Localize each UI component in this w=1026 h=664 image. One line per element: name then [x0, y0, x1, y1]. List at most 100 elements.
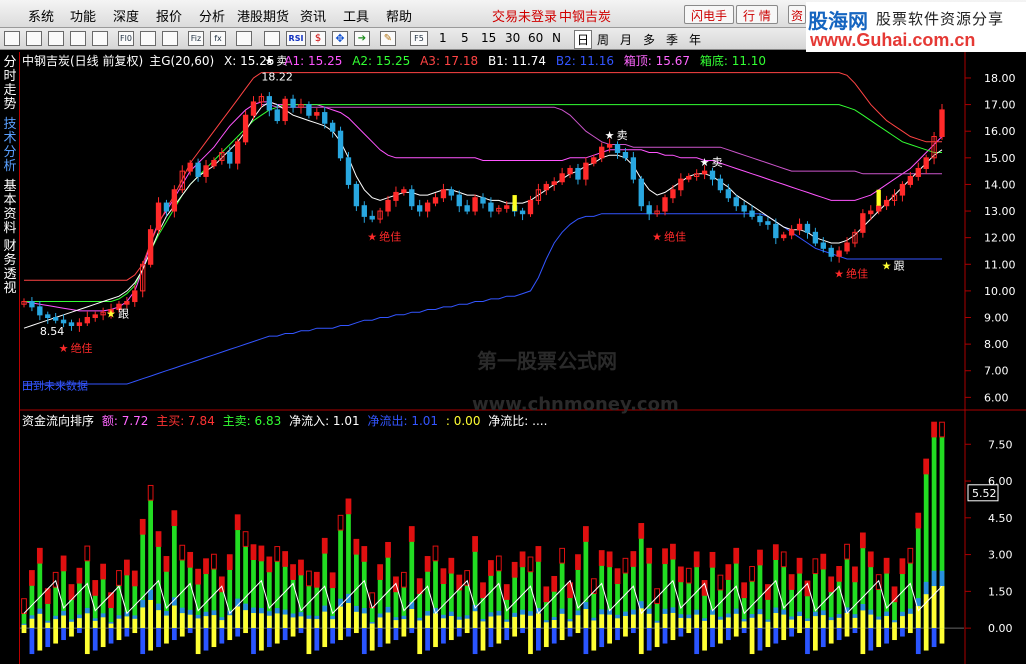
indicator-a3: A3: 17.18: [420, 54, 479, 68]
flow-bar-outflow: [314, 628, 320, 651]
flow-bar-buy: [282, 551, 289, 567]
price-tick-label: 15.00: [984, 152, 1016, 165]
flow-bar-buy: [155, 531, 162, 547]
flow-bar-buy: [345, 498, 352, 515]
flow-bar-buy: [29, 570, 35, 586]
flow-bar-outflow: [369, 628, 375, 651]
flow-bar-outflow: [528, 628, 533, 655]
flow-bar-small: [306, 618, 312, 629]
flow-bar-small: [401, 619, 407, 629]
candle-body: [456, 194, 462, 207]
flow-bar-outflow: [266, 628, 272, 648]
flow-bar-outflow: [393, 628, 399, 641]
flow-bar-buy: [583, 526, 589, 542]
low-price-label: 8.54: [40, 325, 65, 338]
flow-bar-buy: [416, 578, 423, 594]
flow-bar-buy: [939, 421, 945, 438]
candle-body: [409, 189, 415, 207]
candle-body: [480, 197, 486, 204]
flow-bar-small: [583, 609, 589, 629]
flow-bar-buy: [670, 543, 676, 560]
indicator-a1: A1: 15.25: [284, 54, 343, 68]
flow-bar-small: [164, 615, 169, 629]
flow-bar-small: [100, 617, 106, 629]
flow-bar-small: [718, 619, 723, 629]
flow-bar-buy: [844, 543, 850, 560]
flow-bar-small: [92, 620, 98, 629]
flow-bar-small: [559, 613, 565, 629]
flow-bar-outflow: [670, 628, 676, 641]
signal-label: 跟: [894, 260, 905, 273]
candle-body: [29, 301, 35, 308]
flow-bar-buy: [171, 510, 178, 526]
signal-star-icon: ★: [367, 230, 377, 243]
candle-body: [788, 229, 795, 236]
flow-bar-outflow: [662, 628, 668, 644]
flow-bar-small: [733, 613, 739, 629]
flow-bar-outflow: [623, 628, 628, 637]
candle-body: [424, 202, 431, 212]
candle-body: [646, 205, 652, 215]
flow-bar-outflow: [377, 628, 383, 648]
flow-bar-small: [203, 616, 209, 629]
flow-bar-small: [528, 615, 533, 629]
flow-bar-buy: [717, 574, 724, 591]
flow-bar-outflow: [868, 628, 874, 651]
flow-bar-small: [77, 618, 82, 629]
price-tick-label: 13.00: [984, 205, 1016, 218]
candle-body: [662, 197, 668, 212]
flow-bar-buy: [400, 571, 407, 588]
candle-body: [211, 159, 217, 167]
candle-body: [203, 165, 209, 177]
flow-bar-small: [409, 609, 415, 629]
flow-bar-outflow: [84, 628, 90, 655]
flow-bar-small: [591, 620, 597, 629]
chart-canvas[interactable]: 第一股票公式网 www.chnmoney.com 18.0017.0016.00…: [0, 0, 1026, 664]
signal-label: 绝佳: [379, 229, 401, 243]
flow-bar-outflow: [923, 628, 929, 651]
candle-body: [812, 231, 819, 244]
flow-main-buy: 主买: 7.84: [156, 414, 215, 428]
flow-bar-outflow: [259, 628, 264, 651]
flow-bar-small: [433, 613, 438, 629]
flow-bar-outflow: [765, 628, 771, 648]
flow-bar-small: [615, 618, 620, 629]
flow-tick-label: 4.50: [988, 512, 1013, 525]
flow-bar-small: [686, 618, 692, 629]
candle-body: [765, 221, 771, 225]
price-tick-label: 10.00: [984, 285, 1016, 298]
candle-body: [670, 189, 676, 199]
flow-bar-buy: [218, 576, 225, 593]
formula-name[interactable]: 主G(20,60): [149, 54, 214, 68]
flow-bar-outflow: [282, 628, 288, 641]
flow-bar-small: [140, 607, 146, 629]
candle-body: [187, 162, 193, 172]
flow-bar-outflow: [551, 628, 557, 644]
flow-bar-small: [599, 614, 605, 629]
flow-bar-buy: [757, 549, 763, 566]
flow-bar-buy: [92, 580, 99, 596]
flow-bar-outflow: [520, 628, 525, 634]
flow-bar-small: [536, 613, 541, 629]
flow-net-in: 净流入: 1.01: [289, 414, 360, 428]
flow-bar-outflow: [164, 628, 169, 644]
candle-body: [717, 178, 724, 191]
flow-bar-outflow: [361, 628, 367, 655]
flow-bar-small: [53, 619, 59, 629]
flow-bar-small: [211, 615, 217, 629]
flow-bar-small: [789, 619, 795, 629]
flow-bar-buy: [820, 553, 827, 570]
flow-bar-small: [765, 621, 771, 629]
flow-bar-small: [876, 619, 882, 629]
flow-bar-small: [21, 624, 27, 629]
flow-bar-small: [448, 616, 454, 629]
candle-body: [155, 202, 162, 231]
candle-body: [393, 191, 399, 201]
flow-bar-outflow: [425, 628, 430, 651]
sub-title[interactable]: 资金流向排序: [22, 414, 94, 428]
flow-bar-buy: [163, 556, 170, 572]
candle-body: [804, 223, 811, 233]
flow-bar-outflow: [607, 628, 612, 644]
flow-bar-outflow: [77, 628, 82, 634]
flow-bar-buy: [298, 559, 304, 576]
